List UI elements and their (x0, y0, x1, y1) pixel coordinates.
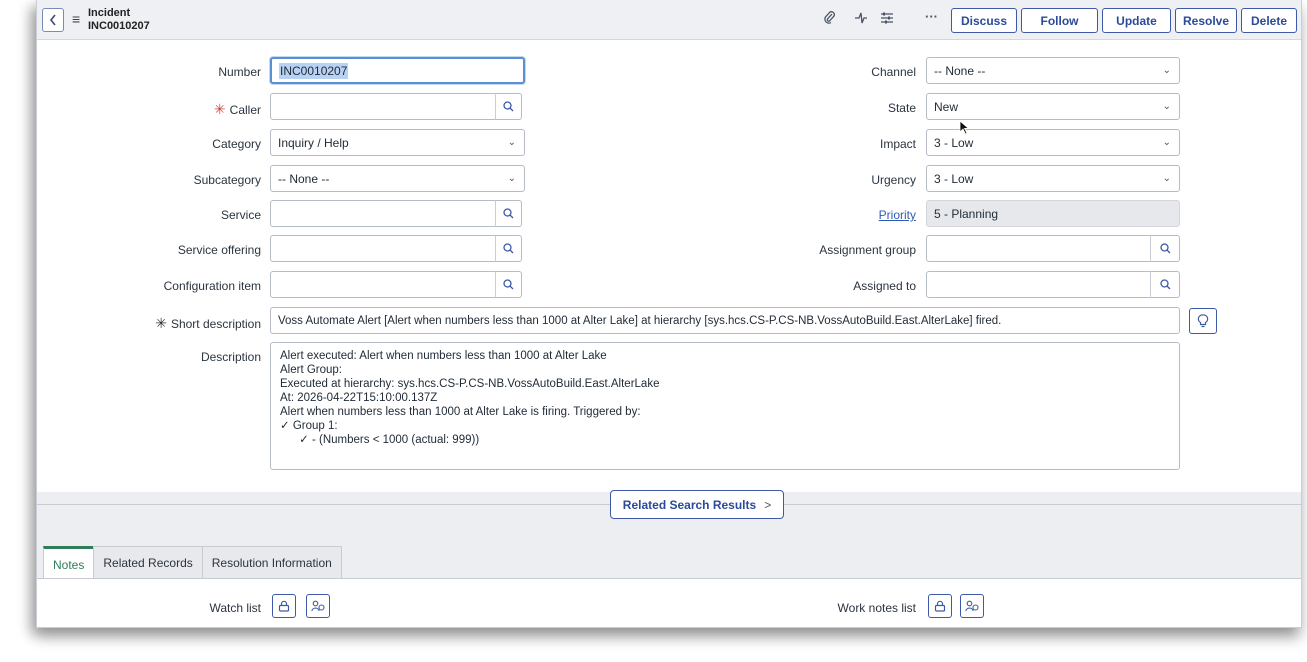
configuration-item-label: Configuration item (163, 279, 261, 293)
chevron-down-icon: ⌄ (1162, 65, 1171, 76)
priority-field: 5 - Planning (926, 200, 1180, 227)
number-label: Number (218, 65, 261, 79)
service-label: Service (220, 208, 261, 222)
update-button[interactable]: Update (1102, 8, 1171, 33)
back-button[interactable] (42, 8, 64, 32)
service-offering-search-button[interactable] (495, 235, 522, 262)
state-label: State (887, 101, 916, 115)
category-select[interactable]: Inquiry / Help ⌄ (270, 129, 525, 156)
search-icon (503, 101, 514, 112)
configuration-item-search-button[interactable] (495, 271, 522, 298)
short-description-field[interactable]: Voss Automate Alert [Alert when numbers … (270, 307, 1180, 334)
description-line: Executed at hierarchy: sys.hcs.CS-P.CS-N… (280, 378, 660, 390)
chevron-left-icon (49, 14, 56, 26)
lock-icon (278, 600, 290, 612)
description-line: Alert when numbers less than 1000 at Alt… (280, 406, 641, 418)
description-line: At: 2026-04-22T15:10:00.137Z (280, 392, 438, 404)
channel-select[interactable]: -- None -- ⌄ (926, 57, 1180, 84)
category-label: Category (212, 137, 261, 151)
incident-form-window: ≡ Incident INC0010207 ··· Discuss Follow… (36, 0, 1302, 628)
tab-resolution-information[interactable]: Resolution Information (201, 546, 342, 579)
number-value: INC0010207 (279, 62, 349, 79)
description-textarea[interactable]: Alert executed: Alert when numbers less … (270, 342, 1180, 470)
search-icon (1159, 243, 1170, 254)
subcategory-select[interactable]: -- None -- ⌄ (270, 165, 525, 192)
description-line: ✓ Group 1: (280, 420, 338, 432)
subcategory-label: Subcategory (193, 173, 261, 187)
description-label: Description (200, 350, 261, 364)
assigned-to-label: Assigned to (853, 279, 916, 293)
form-header: ≡ Incident INC0010207 ··· Discuss Follow… (37, 0, 1301, 40)
configuration-item-field[interactable] (270, 271, 496, 298)
search-icon (503, 208, 514, 219)
lightbulb-icon (1197, 314, 1209, 328)
service-search-button[interactable] (495, 200, 522, 227)
follow-button[interactable]: Follow (1021, 8, 1098, 33)
description-line: ✓ - (Numbers < 1000 (actual: 999)) (280, 434, 480, 446)
assignment-group-field[interactable] (926, 235, 1151, 262)
add-user-icon (965, 600, 979, 612)
add-user-icon (311, 600, 325, 612)
chevron-down-icon: ⌄ (1162, 101, 1171, 112)
urgency-select[interactable]: 3 - Low ⌄ (926, 165, 1180, 192)
description-line: Alert Group: (280, 364, 342, 376)
watch-list-add-me-button[interactable] (306, 594, 330, 618)
delete-button[interactable]: Delete (1241, 8, 1297, 33)
hamburger-menu-icon[interactable]: ≡ (72, 11, 80, 27)
work-notes-add-me-button[interactable] (960, 594, 984, 618)
suggestion-button[interactable] (1189, 308, 1217, 334)
assigned-to-search-button[interactable] (1150, 271, 1180, 298)
chevron-down-icon: ⌄ (1162, 137, 1171, 148)
tab-related-records[interactable]: Related Records (93, 546, 203, 579)
related-search-results-button[interactable]: Related Search Results > (610, 490, 784, 519)
activity-icon[interactable] (854, 11, 868, 28)
search-icon (1159, 279, 1170, 290)
number-field[interactable]: INC0010207 (270, 57, 525, 84)
chevron-down-icon: ⌄ (507, 173, 516, 184)
service-field[interactable] (270, 200, 496, 227)
caller-field[interactable] (270, 93, 496, 120)
form-tabs: Notes Related Records Resolution Informa… (43, 546, 342, 580)
assignment-group-label: Assignment group (819, 243, 916, 257)
tab-notes[interactable]: Notes (43, 546, 95, 580)
work-notes-lock-button[interactable] (928, 594, 952, 618)
watch-list-label: Watch list (209, 601, 261, 615)
work-notes-list-label: Work notes list (837, 601, 916, 615)
priority-label[interactable]: Priority (737, 208, 916, 222)
watch-list-lock-button[interactable] (272, 594, 296, 618)
service-offering-label: Service offering (177, 243, 261, 257)
assigned-to-field[interactable] (926, 271, 1151, 298)
caller-label: ✳ Caller (213, 101, 261, 117)
required-asterisk-icon: ✳ (213, 101, 226, 117)
settings-sliders-icon[interactable] (880, 11, 894, 28)
record-type: Incident (88, 7, 131, 19)
more-options-icon[interactable]: ··· (925, 9, 938, 24)
record-number: INC0010207 (88, 20, 150, 32)
discuss-button[interactable]: Discuss (951, 8, 1017, 33)
paperclip-icon[interactable] (824, 11, 836, 28)
chevron-down-icon: ⌄ (1162, 173, 1171, 184)
service-offering-field[interactable] (270, 235, 496, 262)
assignment-group-search-button[interactable] (1150, 235, 1180, 262)
short-description-label: ✳ Short description (155, 315, 261, 331)
urgency-label: Urgency (871, 173, 916, 187)
chevron-down-icon: ⌄ (507, 137, 516, 148)
impact-label: Impact (879, 137, 916, 151)
state-select[interactable]: New ⌄ (926, 93, 1180, 120)
resolve-button[interactable]: Resolve (1175, 8, 1237, 33)
mouse-cursor-icon (959, 120, 970, 135)
search-icon (503, 279, 514, 290)
required-asterisk-icon: ✳ (155, 315, 167, 331)
search-icon (503, 243, 514, 254)
lock-icon (934, 600, 946, 612)
caller-search-button[interactable] (495, 93, 522, 120)
chevron-right-icon: > (764, 497, 772, 512)
channel-label: Channel (871, 65, 916, 79)
description-line: Alert executed: Alert when numbers less … (280, 350, 607, 362)
